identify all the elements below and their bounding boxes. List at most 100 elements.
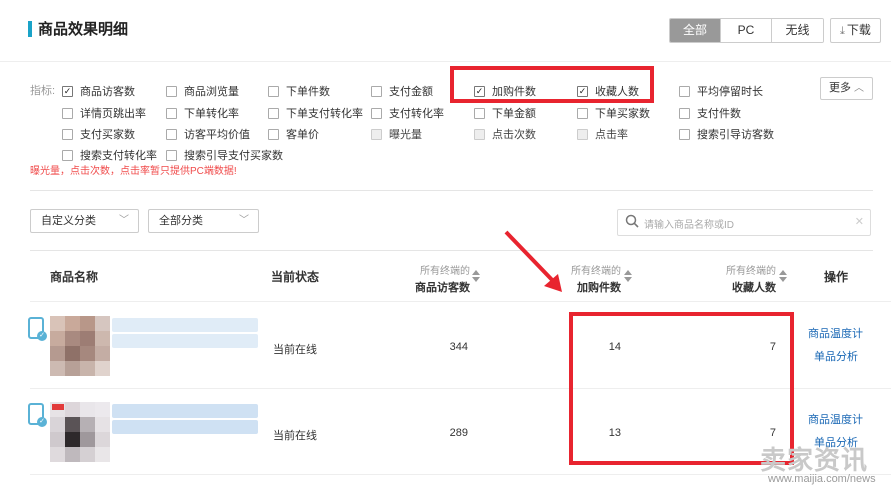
checkbox-icon[interactable]	[577, 107, 588, 119]
checkbox-icon[interactable]	[679, 107, 690, 119]
sort-icon[interactable]	[624, 270, 632, 282]
all-category-dropdown[interactable]: 全部分类 ﹀	[148, 209, 259, 233]
mobile-device-icon: ✓	[28, 403, 47, 427]
segment-pc[interactable]: PC	[721, 19, 772, 42]
product-title-blurred[interactable]	[112, 404, 258, 418]
indicator-checkbox[interactable]: 下单支付转化率	[268, 105, 363, 121]
checkbox-icon[interactable]	[268, 107, 279, 119]
product-title-blurred[interactable]	[112, 420, 258, 434]
custom-category-dropdown[interactable]: 自定义分类 ﹀	[30, 209, 139, 233]
indicator-checkbox[interactable]: 客单价	[268, 126, 319, 142]
indicator-label: 平均停留时长	[697, 86, 763, 98]
indicator-checkbox[interactable]: 下单件数	[268, 83, 330, 99]
sort-icon[interactable]	[779, 270, 787, 282]
indicator-label: 曝光量	[389, 129, 422, 141]
indicator-checkbox[interactable]: 商品浏览量	[166, 83, 239, 99]
more-label: 更多	[828, 82, 851, 94]
segment-all[interactable]: 全部	[670, 19, 721, 42]
checkbox-icon[interactable]	[166, 85, 177, 97]
col-header-visitors-label: 商品访客数	[415, 282, 470, 294]
indicator-checkbox[interactable]: 搜索引导支付买家数	[166, 147, 283, 163]
download-label: 下载	[846, 23, 871, 37]
checkbox-icon[interactable]	[166, 128, 177, 140]
checkbox-icon[interactable]	[679, 128, 690, 140]
indicator-label: 点击次数	[492, 129, 536, 141]
checkbox-icon[interactable]	[62, 149, 73, 161]
product-thermometer-link[interactable]: 商品温度计	[808, 411, 863, 427]
divider	[30, 250, 873, 251]
sort-icon[interactable]	[472, 270, 480, 282]
checkbox-icon[interactable]	[62, 107, 73, 119]
indicator-label: 支付转化率	[389, 108, 444, 120]
indicator-checkbox[interactable]: 下单转化率	[166, 105, 239, 121]
indicator-checkbox[interactable]: 搜索支付转化率	[62, 147, 157, 163]
checkbox-icon[interactable]	[166, 107, 177, 119]
checkbox-icon[interactable]	[268, 128, 279, 140]
col-header-fav[interactable]: 所有终端的 收藏人数	[686, 262, 776, 295]
visitors-value: 289	[449, 427, 468, 439]
indicator-checkbox[interactable]: 详情页跳出率	[62, 105, 146, 121]
indicator-checkbox[interactable]: 点击率	[577, 126, 628, 142]
checkbox-icon[interactable]	[371, 85, 382, 97]
indicator-checkbox[interactable]: 平均停留时长	[679, 83, 763, 99]
indicator-checkbox[interactable]: 支付买家数	[62, 126, 135, 142]
annotation-arrow-icon	[504, 230, 562, 292]
single-item-analysis-link[interactable]: 单品分析	[814, 348, 858, 364]
indicator-checkbox[interactable]: 支付转化率	[371, 105, 444, 121]
checkbox-icon[interactable]	[268, 85, 279, 97]
chevron-down-icon: ﹀	[239, 215, 249, 226]
indicator-checkbox[interactable]: 曝光量	[371, 126, 422, 142]
checkbox-icon[interactable]	[371, 128, 382, 140]
indicator-checkbox[interactable]: 访客平均价值	[166, 126, 250, 142]
product-title-blurred[interactable]	[112, 334, 258, 348]
row-divider	[30, 301, 891, 302]
indicator-checkbox[interactable]: 下单买家数	[577, 105, 650, 121]
indicator-label: 搜索引导支付买家数	[184, 150, 283, 162]
col-header-status: 当前状态	[271, 270, 320, 284]
indicator-label: 详情页跳出率	[80, 108, 146, 120]
checkbox-icon[interactable]	[679, 85, 690, 97]
product-thumbnail[interactable]	[50, 402, 110, 462]
indicator-checkbox[interactable]: 搜索引导访客数	[679, 126, 774, 142]
watermark-url: www.maijia.com/news	[768, 473, 876, 485]
indicator-label: 下单买家数	[595, 108, 650, 120]
product-search-input[interactable]: 请输入商品名称或ID ✕	[617, 209, 871, 236]
indicator-label: 访客平均价值	[184, 129, 250, 141]
download-button[interactable]: ⤓ 下载	[830, 18, 881, 43]
section-header: 商品效果明细 全部 PC 无线 ⤓ 下载	[0, 0, 891, 62]
product-title-blurred[interactable]	[112, 318, 258, 332]
checkbox-icon[interactable]	[577, 128, 588, 140]
indicator-checkbox[interactable]: 支付件数	[679, 105, 741, 121]
checkbox-icon[interactable]	[166, 149, 177, 161]
product-thumbnail[interactable]	[50, 316, 110, 376]
status-text: 当前在线	[273, 430, 317, 442]
more-button[interactable]: 更多 ︿	[820, 77, 873, 100]
col-header-product-name: 商品名称	[50, 270, 99, 284]
indicator-label: 下单金额	[492, 108, 536, 120]
indicator-checkbox[interactable]: 支付金额	[371, 83, 433, 99]
search-placeholder: 请输入商品名称或ID	[644, 220, 734, 231]
clear-icon[interactable]: ✕	[855, 215, 864, 228]
col-header-visitors[interactable]: 所有终端的 商品访客数	[380, 262, 470, 295]
indicators-label: 指标:	[30, 85, 56, 97]
chevron-down-icon: ﹀	[119, 215, 129, 226]
checkbox-icon[interactable]	[474, 107, 485, 119]
status-text: 当前在线	[273, 344, 317, 356]
indicator-checkbox[interactable]: 点击次数	[474, 126, 536, 142]
watermark-brand: 卖家资讯	[760, 445, 869, 475]
segment-wireless[interactable]: 无线	[772, 19, 823, 42]
checkbox-icon[interactable]	[62, 128, 73, 140]
checkbox-checked-icon[interactable]: ✓	[62, 85, 73, 97]
col-header-visitors-prefix: 所有终端的	[420, 266, 470, 277]
pc-only-notice: 曝光量，点击次数，点击率暂只提供PC端数据!	[30, 166, 237, 177]
product-thermometer-link[interactable]: 商品温度计	[808, 325, 863, 341]
checkbox-icon[interactable]	[371, 107, 382, 119]
search-icon	[625, 214, 639, 228]
indicator-checkbox[interactable]: ✓ 商品访客数	[62, 83, 135, 99]
indicator-label: 下单转化率	[184, 108, 239, 120]
indicator-label: 支付买家数	[80, 129, 135, 141]
indicator-checkbox[interactable]: 下单金额	[474, 105, 536, 121]
indicator-label: 支付件数	[697, 108, 741, 120]
col-header-fav-prefix: 所有终端的	[726, 266, 776, 277]
checkbox-icon[interactable]	[474, 128, 485, 140]
